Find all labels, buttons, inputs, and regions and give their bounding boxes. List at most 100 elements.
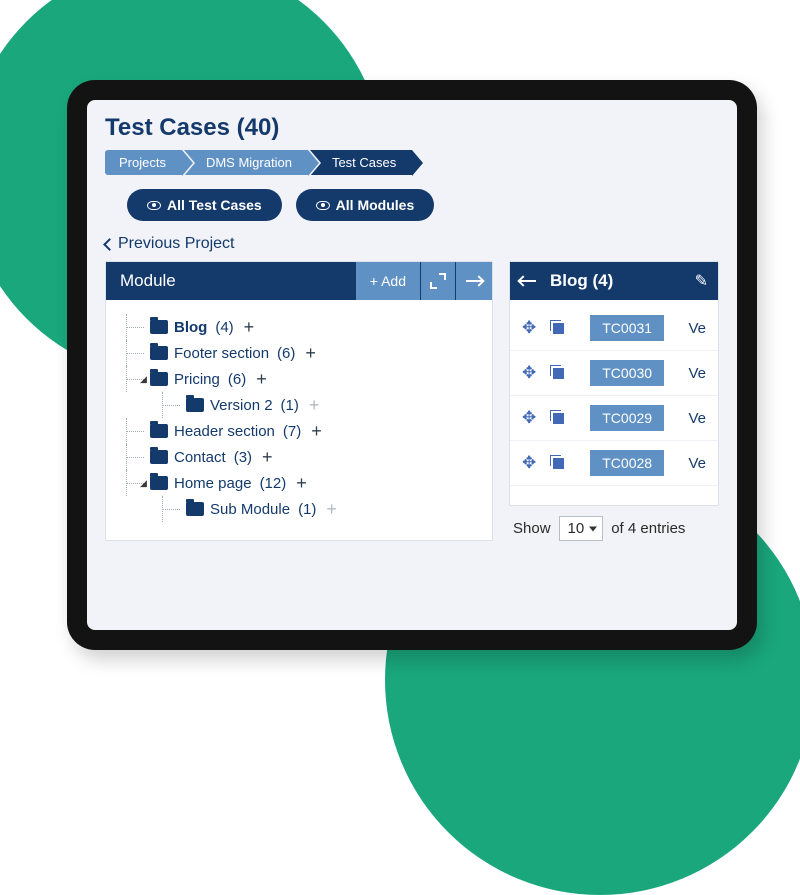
copy-icon[interactable] <box>550 455 566 471</box>
expand-panel-button[interactable] <box>421 262 455 300</box>
tc-panel-title: Blog (4) <box>546 271 689 291</box>
tree-connector <box>126 353 144 354</box>
module-panel-header: Module + Add <box>106 262 492 300</box>
add-child-button[interactable]: + <box>296 474 307 492</box>
app-screen: Test Cases (40) Projects DMS Migration T… <box>87 100 737 630</box>
crumb-label: DMS Migration <box>206 155 292 170</box>
test-case-row: ✥ TC0031 Ve <box>510 306 718 351</box>
crumb-label: Test Cases <box>332 155 396 170</box>
crumb-dms[interactable]: DMS Migration <box>184 150 308 175</box>
tree-item-label: Version 2 <box>210 397 273 414</box>
page-size-value: 10 <box>568 520 585 537</box>
pager-row: Show 10 of 4 entries <box>509 506 719 541</box>
copy-icon[interactable] <box>550 365 566 381</box>
tree-item-label: Home page <box>174 475 252 492</box>
tree-item-count: (3) <box>234 449 252 466</box>
tree-item[interactable]: ◢ Home page (12) + <box>116 470 482 496</box>
tree-connector <box>162 405 180 406</box>
move-handle-icon[interactable]: ✥ <box>522 363 536 383</box>
test-case-row: ✥ TC0028 Ve <box>510 441 718 486</box>
tc-panel-header: Blog (4) ✎ <box>510 262 718 300</box>
add-child-button[interactable]: + <box>305 344 316 362</box>
collapse-caret-icon[interactable]: ◢ <box>140 374 147 385</box>
tree-item-count: (1) <box>298 501 316 518</box>
page-title: Test Cases (40) <box>105 114 719 142</box>
tree-connector <box>126 457 144 458</box>
previous-project-label: Previous Project <box>118 235 235 253</box>
all-modules-button[interactable]: All Modules <box>296 189 435 221</box>
module-panel: Module + Add Blog (4)+Footer section (6)… <box>105 261 493 541</box>
test-case-panel: Blog (4) ✎ ✥ TC0031 Ve ✥ TC0030 Ve ✥ TC0029 Ve ✥ T… <box>509 261 719 506</box>
edit-module-button[interactable]: ✎ <box>695 271 708 291</box>
tree-item[interactable]: Sub Module (1)+ <box>116 496 482 522</box>
tree-item-label: Pricing <box>174 371 220 388</box>
copy-icon[interactable] <box>550 410 566 426</box>
test-case-truncated-text: Ve <box>688 365 706 382</box>
test-case-id-badge[interactable]: TC0030 <box>590 360 664 386</box>
tablet-frame: Test Cases (40) Projects DMS Migration T… <box>67 80 757 650</box>
add-label: + Add <box>370 273 406 289</box>
tree-item-count: (4) <box>215 319 233 336</box>
tree-item-count: (1) <box>281 397 299 414</box>
add-module-button[interactable]: + Add <box>356 262 420 300</box>
add-child-button[interactable]: + <box>244 318 255 336</box>
add-child-button[interactable]: + <box>256 370 267 388</box>
back-button[interactable] <box>520 262 540 300</box>
folder-icon <box>186 502 204 516</box>
filter-pill-row: All Test Cases All Modules <box>127 189 719 221</box>
folder-icon <box>150 320 168 334</box>
module-panel-title: Module <box>106 271 355 291</box>
tree-item-count: (6) <box>228 371 246 388</box>
move-handle-icon[interactable]: ✥ <box>522 408 536 428</box>
tree-item-count: (6) <box>277 345 295 362</box>
test-case-truncated-text: Ve <box>688 455 706 472</box>
tree-item-label: Contact <box>174 449 226 466</box>
expand-icon <box>431 274 445 288</box>
crumb-projects[interactable]: Projects <box>105 150 182 175</box>
tree-item[interactable]: Contact (3) + <box>116 444 482 470</box>
folder-icon <box>150 450 168 464</box>
all-test-cases-button[interactable]: All Test Cases <box>127 189 282 221</box>
tree-connector <box>126 327 144 328</box>
tree-item[interactable]: Version 2 (1) + <box>116 392 482 418</box>
page-size-select[interactable]: 10 <box>559 516 604 541</box>
tree-item-label: Blog <box>174 319 207 336</box>
test-case-truncated-text: Ve <box>688 410 706 427</box>
test-case-id-badge[interactable]: TC0029 <box>590 405 664 431</box>
module-tree: Blog (4)+Footer section (6)+◢Pricing (6)… <box>106 300 492 540</box>
folder-icon <box>150 476 168 490</box>
panels-row: Module + Add Blog (4)+Footer section (6)… <box>105 261 719 541</box>
add-child-button[interactable]: + <box>309 396 320 414</box>
add-child-button[interactable]: + <box>311 422 322 440</box>
copy-icon[interactable] <box>550 320 566 336</box>
tree-item-count: (7) <box>283 423 301 440</box>
move-handle-icon[interactable]: ✥ <box>522 453 536 473</box>
test-case-id-badge[interactable]: TC0028 <box>590 450 664 476</box>
tree-item[interactable]: Header section (7) + <box>116 418 482 444</box>
previous-project-link[interactable]: Previous Project <box>105 235 719 253</box>
tree-item-label: Header section <box>174 423 275 440</box>
crumb-test-cases[interactable]: Test Cases <box>310 150 412 175</box>
test-case-id-badge[interactable]: TC0031 <box>590 315 664 341</box>
next-panel-button[interactable] <box>456 262 492 300</box>
tree-item[interactable]: Blog (4) + <box>116 314 482 340</box>
test-case-truncated-text: Ve <box>688 320 706 337</box>
add-child-button[interactable]: + <box>326 500 337 518</box>
test-case-row: ✥ TC0030 Ve <box>510 351 718 396</box>
folder-icon <box>150 372 168 386</box>
arrow-left-icon <box>520 280 536 282</box>
chevron-left-icon <box>103 238 116 251</box>
test-case-row: ✥ TC0029 Ve <box>510 396 718 441</box>
pager-of-label: of 4 entries <box>611 520 685 537</box>
add-child-button[interactable]: + <box>262 448 273 466</box>
crumb-label: Projects <box>119 155 166 170</box>
arrow-right-icon <box>466 280 482 282</box>
tree-item-count: (12) <box>260 475 287 492</box>
collapse-caret-icon[interactable]: ◢ <box>140 478 147 489</box>
move-handle-icon[interactable]: ✥ <box>522 318 536 338</box>
tree-item[interactable]: ◢ Pricing (6) + <box>116 366 482 392</box>
tree-connector <box>126 431 144 432</box>
pill-label: All Test Cases <box>167 197 262 213</box>
folder-icon <box>150 424 168 438</box>
tree-item[interactable]: Footer section (6)+ <box>116 340 482 366</box>
